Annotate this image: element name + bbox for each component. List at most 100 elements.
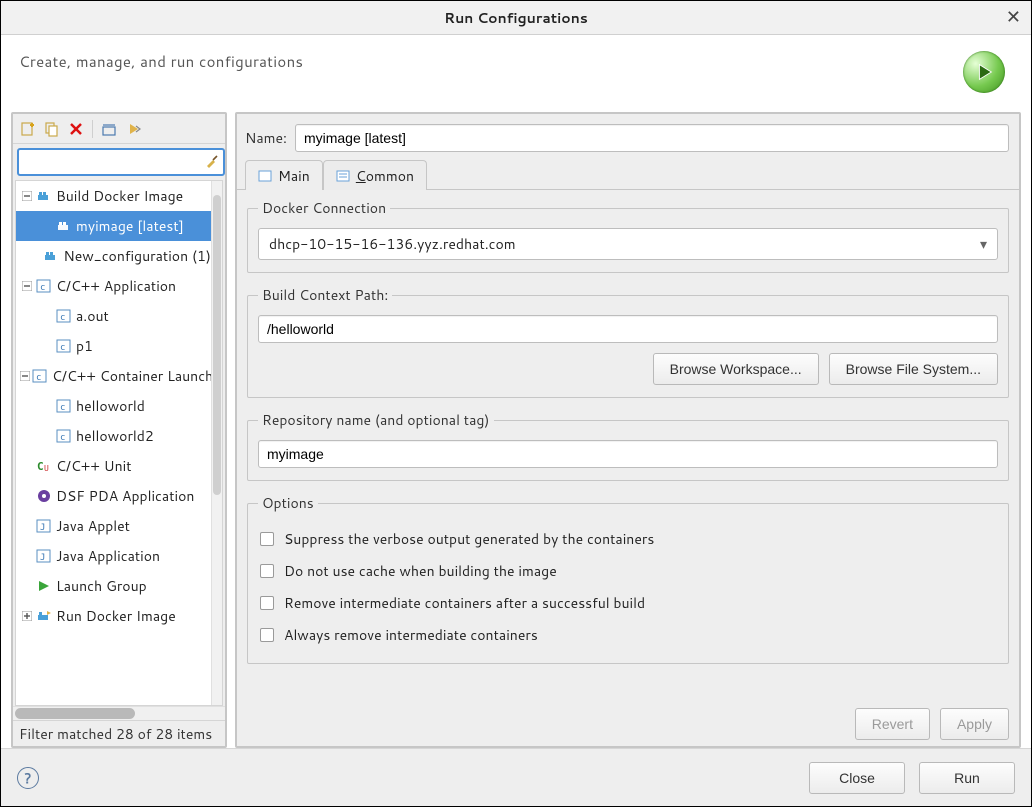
- dialog-subtitle: Create, manage, and run configurations: [19, 51, 303, 72]
- svg-text:J: J: [40, 553, 45, 563]
- tree-filter-input[interactable]: [17, 148, 225, 176]
- tab-main[interactable]: Main: [245, 160, 323, 190]
- tree-item-icon: [36, 608, 52, 624]
- tree-item-icon: J: [36, 548, 52, 564]
- tree-item-label: Java Applet: [56, 516, 130, 536]
- name-input[interactable]: [295, 124, 1009, 152]
- tree-item[interactable]: c helloworld2: [16, 421, 211, 451]
- tree-item[interactable]: J Java Application: [16, 541, 211, 571]
- tree-item-label: C/C++ Unit: [56, 456, 132, 476]
- tree-item-label: C/C++ Container Launcher: [52, 366, 211, 386]
- close-button[interactable]: Close: [809, 762, 905, 794]
- group-repository-name: Repository name (and optional tag): [247, 410, 1009, 481]
- checkbox-icon: [260, 564, 274, 578]
- tree-item[interactable]: cp1: [16, 331, 211, 361]
- tree-vertical-scrollbar[interactable]: [211, 181, 222, 705]
- tab-common-icon: [336, 169, 350, 183]
- tree-item-label: helloworld: [76, 396, 145, 416]
- delete-config-button[interactable]: [65, 118, 87, 140]
- tree-item-label: Build Docker Image: [56, 186, 183, 206]
- tree-item[interactable]: Run Docker Image: [16, 601, 211, 631]
- checkbox-icon: [260, 628, 274, 642]
- browse-workspace-button[interactable]: Browse Workspace...: [653, 353, 819, 385]
- tree-item[interactable]: DSF PDA Application: [16, 481, 211, 511]
- option-suppress-verbose[interactable]: Suppress the verbose output generated by…: [258, 523, 998, 555]
- collapse-all-button[interactable]: [98, 118, 120, 140]
- option-label: Remove intermediate containers after a s…: [284, 593, 645, 613]
- tree-item-icon: c: [32, 368, 48, 384]
- svg-text:c: c: [60, 433, 65, 443]
- dialog-body: Build Docker Image myimage [latest] New_co…: [1, 112, 1031, 748]
- checkbox-icon: [260, 596, 274, 610]
- tree-item-icon: [56, 218, 72, 234]
- tab-common[interactable]: Common: [323, 160, 427, 190]
- tree-item[interactable]: ca.out: [16, 301, 211, 331]
- tree-collapse-icon[interactable]: [20, 279, 34, 293]
- group-build-context: Build Context Path: Browse Workspace... …: [247, 285, 1009, 398]
- tree-item[interactable]: Build Docker Image: [16, 181, 211, 211]
- config-tree[interactable]: Build Docker Image myimage [latest] New_co…: [16, 181, 211, 705]
- repository-name-input[interactable]: [258, 440, 998, 468]
- run-configurations-dialog: Run Configurations ✕ Create, manage, and…: [0, 0, 1032, 807]
- titlebar: Run Configurations ✕: [1, 1, 1031, 35]
- option-no-cache[interactable]: Do not use cache when building the image: [258, 555, 998, 587]
- config-tabs: Main Common: [237, 160, 1019, 190]
- tree-item[interactable]: cC/C++ Application: [16, 271, 211, 301]
- tree-collapse-icon[interactable]: [20, 189, 34, 203]
- tree-item-icon: c: [56, 428, 72, 444]
- tree-collapse-icon[interactable]: [20, 369, 30, 383]
- option-label: Do not use cache when building the image: [284, 561, 557, 581]
- run-button[interactable]: Run: [919, 762, 1015, 794]
- docker-connection-select[interactable]: dhcp-10-15-16-136.yyz.redhat.com ▾: [258, 228, 998, 260]
- tree-item-label: a.out: [76, 306, 109, 326]
- legend-docker-connection: Docker Connection: [258, 198, 390, 218]
- tree-item-icon: [36, 578, 52, 594]
- tree-status-text: Filter matched 28 of 28 items: [13, 720, 225, 746]
- tab-main-label: Main: [278, 166, 310, 186]
- apply-button[interactable]: Apply: [940, 708, 1009, 740]
- tree-item-icon: [43, 248, 59, 264]
- new-config-button[interactable]: [17, 118, 39, 140]
- svg-text:c: c: [60, 403, 65, 413]
- checkbox-icon: [260, 532, 274, 546]
- tree-item-label: helloworld2: [76, 426, 154, 446]
- svg-text:c: c: [60, 343, 65, 353]
- tree-item-icon: [36, 488, 52, 504]
- group-options: Options Suppress the verbose output gene…: [247, 493, 1009, 664]
- tree-item[interactable]: c C/C++ Container Launcher: [16, 361, 211, 391]
- tree-horizontal-scrollbar[interactable]: [13, 706, 225, 720]
- filter-launch-types-button[interactable]: [122, 118, 144, 140]
- tree-expand-icon[interactable]: [20, 609, 34, 623]
- svg-text:C: C: [37, 460, 44, 473]
- window-title: Run Configurations: [444, 8, 588, 28]
- tree-item[interactable]: New_configuration (1): [16, 241, 211, 271]
- tree-item-label: New_configuration (1): [63, 246, 211, 266]
- option-remove-intermediate[interactable]: Remove intermediate containers after a s…: [258, 587, 998, 619]
- tree-item[interactable]: Launch Group: [16, 571, 211, 601]
- legend-options: Options: [258, 493, 318, 513]
- run-hero-icon: [963, 51, 1005, 93]
- tree-item[interactable]: JJava Applet: [16, 511, 211, 541]
- tree-item[interactable]: c helloworld: [16, 391, 211, 421]
- revert-button[interactable]: Revert: [855, 708, 930, 740]
- tree-item[interactable]: CUC/C++ Unit: [16, 451, 211, 481]
- close-icon[interactable]: ✕: [1006, 7, 1021, 25]
- svg-text:c: c: [36, 373, 41, 383]
- duplicate-config-button[interactable]: [41, 118, 63, 140]
- browse-filesystem-button[interactable]: Browse File System...: [829, 353, 998, 385]
- tab-common-label: Common: [356, 166, 414, 186]
- tree-item-icon: c: [56, 398, 72, 414]
- build-context-input[interactable]: [258, 315, 998, 343]
- svg-text:c: c: [40, 283, 45, 293]
- dialog-header: Create, manage, and run configurations: [1, 35, 1031, 112]
- tab-main-icon: [258, 169, 272, 183]
- tree-item-label: myimage [latest]: [76, 216, 184, 236]
- tree-item[interactable]: myimage [latest]: [16, 211, 211, 241]
- docker-connection-value: dhcp-10-15-16-136.yyz.redhat.com: [269, 234, 516, 254]
- config-editor-panel: Name: Main Common: [235, 112, 1021, 748]
- dialog-footer: ? Close Run: [1, 748, 1031, 806]
- option-always-remove[interactable]: Always remove intermediate containers: [258, 619, 998, 651]
- help-icon[interactable]: ?: [17, 767, 39, 789]
- tree-item-label: Java Application: [56, 546, 160, 566]
- tree-item-icon: c: [36, 278, 52, 294]
